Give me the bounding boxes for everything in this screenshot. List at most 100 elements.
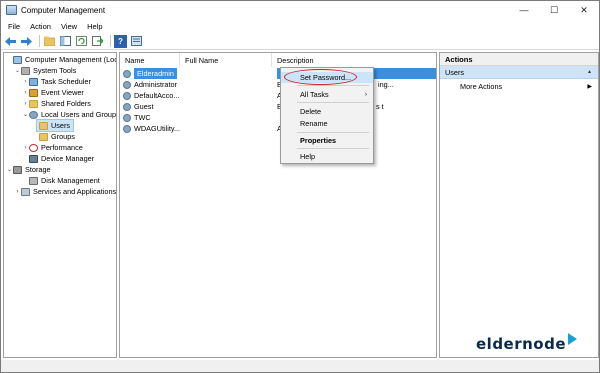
folder-icon bbox=[39, 121, 48, 130]
title-bar[interactable]: Computer Management — ☐ ✕ bbox=[1, 1, 599, 19]
menu-help[interactable]: Help bbox=[82, 22, 107, 31]
expand-chevron-icon[interactable]: › bbox=[22, 101, 29, 107]
expand-chevron-icon[interactable]: › bbox=[22, 79, 29, 85]
tree-item-disk-management[interactable]: Disk Management bbox=[22, 175, 100, 186]
list-item-wdagutility[interactable]: WDAGUtility... A bbox=[120, 123, 436, 134]
menu-item-all-tasks[interactable]: All Tasks › bbox=[281, 89, 373, 100]
refresh-button[interactable] bbox=[75, 35, 88, 48]
folder-icon bbox=[39, 132, 48, 141]
menu-separator bbox=[297, 148, 369, 149]
column-header-description[interactable]: Description bbox=[272, 53, 436, 67]
tree-item-label: Computer Management (Local bbox=[25, 55, 117, 64]
tree-item-label: Storage bbox=[25, 165, 51, 174]
tree-item-label: Groups bbox=[51, 132, 75, 141]
disk-icon bbox=[29, 176, 38, 185]
expand-chevron-icon[interactable]: › bbox=[22, 145, 29, 151]
help-button[interactable]: ? bbox=[114, 34, 127, 48]
close-icon: ✕ bbox=[580, 4, 588, 15]
column-header-name[interactable]: Name bbox=[120, 53, 180, 67]
storage-icon bbox=[13, 165, 22, 174]
shared-folder-icon bbox=[29, 99, 38, 108]
forward-button[interactable] bbox=[20, 35, 33, 48]
tree-item-system-tools[interactable]: ⌄ System Tools bbox=[14, 65, 76, 76]
list-item-administrator[interactable]: Administrator B ing... bbox=[120, 79, 436, 90]
window-title: Computer Management bbox=[21, 5, 106, 15]
logo-text: eldernode bbox=[476, 335, 567, 353]
computer-management-icon bbox=[6, 5, 17, 15]
tree-item-label: Performance bbox=[41, 143, 83, 152]
tree-item-device-manager[interactable]: Device Manager bbox=[22, 153, 94, 164]
tree-item-performance[interactable]: › Performance bbox=[22, 142, 83, 153]
tree-item-shared-folders[interactable]: › Shared Folders bbox=[22, 98, 91, 109]
tree-item-task-scheduler[interactable]: › Task Scheduler bbox=[22, 76, 91, 87]
actions-section-label: Users bbox=[445, 67, 465, 77]
list-item-elderadmin[interactable]: Elderadmin bbox=[120, 68, 436, 79]
user-icon bbox=[123, 113, 131, 122]
menu-item-properties[interactable]: Properties bbox=[281, 135, 373, 146]
collapse-arrow-icon[interactable]: ▲ bbox=[587, 69, 592, 75]
list-item-guest[interactable]: Guest B s t bbox=[120, 101, 436, 112]
user-icon bbox=[123, 124, 131, 133]
performance-icon bbox=[29, 143, 38, 152]
column-header-full-name[interactable]: Full Name bbox=[180, 53, 272, 67]
user-name: DefaultAcco... bbox=[134, 91, 180, 100]
menu-item-help[interactable]: Help bbox=[281, 151, 373, 162]
list-item-defaultaccount[interactable]: DefaultAcco... A bbox=[120, 90, 436, 101]
column-label: Name bbox=[125, 55, 145, 65]
minimize-icon: — bbox=[519, 5, 529, 15]
more-actions-label: More Actions bbox=[460, 81, 503, 91]
minimize-button[interactable]: — bbox=[509, 1, 539, 19]
properties-button[interactable] bbox=[130, 35, 143, 48]
collapse-chevron-icon[interactable]: ⌄ bbox=[6, 166, 13, 173]
actions-pane: Actions Users ▲ More Actions ▶ bbox=[439, 52, 599, 358]
expand-chevron-icon[interactable]: › bbox=[22, 90, 29, 96]
menu-bar: File Action View Help bbox=[1, 19, 599, 33]
tree-item-users[interactable]: Users bbox=[35, 119, 75, 132]
tree-item-services-and-applications[interactable]: › Services and Applications bbox=[14, 186, 117, 197]
properties-icon bbox=[131, 36, 142, 46]
tree-item-label: Device Manager bbox=[41, 154, 95, 163]
tree-item-storage[interactable]: ⌄ Storage bbox=[6, 164, 51, 175]
more-actions-item[interactable]: More Actions ▶ bbox=[440, 79, 598, 93]
menu-item-set-password[interactable]: Set Password... bbox=[281, 72, 373, 83]
event-viewer-icon bbox=[29, 88, 38, 97]
toolbar-separator bbox=[110, 35, 111, 47]
menu-file[interactable]: File bbox=[3, 22, 25, 31]
export-list-button[interactable] bbox=[91, 35, 104, 48]
tree-item-event-viewer[interactable]: › Event Viewer bbox=[22, 87, 84, 98]
collapse-chevron-icon[interactable]: ⌄ bbox=[22, 111, 29, 118]
close-button[interactable]: ✕ bbox=[569, 1, 599, 19]
play-icon bbox=[568, 333, 578, 345]
actions-section-users[interactable]: Users ▲ bbox=[440, 66, 598, 79]
tree-item-groups[interactable]: Groups bbox=[37, 131, 75, 142]
actions-header: Actions bbox=[440, 53, 598, 66]
context-menu: Set Password... All Tasks › Delete Renam… bbox=[280, 67, 374, 164]
users-list-view[interactable]: Name Full Name Description Elderadmin Ad… bbox=[119, 52, 437, 358]
menu-item-label: All Tasks bbox=[300, 90, 329, 99]
back-button[interactable] bbox=[4, 35, 17, 48]
menu-item-delete[interactable]: Delete bbox=[281, 106, 373, 117]
list-item-twc[interactable]: TWC bbox=[120, 112, 436, 123]
menu-item-rename[interactable]: Rename bbox=[281, 118, 373, 129]
maximize-button[interactable]: ☐ bbox=[539, 1, 569, 19]
tree-item-label: Event Viewer bbox=[41, 88, 84, 97]
toolbar-separator bbox=[39, 35, 40, 47]
collapse-chevron-icon[interactable]: ⌄ bbox=[14, 67, 21, 74]
menu-separator bbox=[297, 102, 369, 103]
computer-icon bbox=[13, 55, 22, 64]
menu-action[interactable]: Action bbox=[25, 22, 56, 31]
user-icon bbox=[123, 102, 131, 111]
window-controls: — ☐ ✕ bbox=[509, 1, 599, 19]
status-bar bbox=[1, 360, 599, 372]
users-group-icon bbox=[29, 110, 38, 119]
help-icon: ? bbox=[118, 36, 123, 46]
expand-chevron-icon[interactable]: › bbox=[14, 189, 21, 195]
up-folder-button[interactable] bbox=[43, 35, 56, 48]
user-name: TWC bbox=[134, 113, 151, 122]
menu-view[interactable]: View bbox=[56, 22, 82, 31]
menu-item-label: Set Password... bbox=[300, 73, 352, 82]
console-tree[interactable]: Computer Management (Local ⌄ System Tool… bbox=[3, 52, 117, 358]
tree-item-local-users-and-groups[interactable]: ⌄ Local Users and Groups bbox=[22, 109, 116, 120]
show-hide-tree-button[interactable] bbox=[59, 35, 72, 48]
tree-item-computer-management[interactable]: Computer Management (Local bbox=[6, 54, 117, 65]
